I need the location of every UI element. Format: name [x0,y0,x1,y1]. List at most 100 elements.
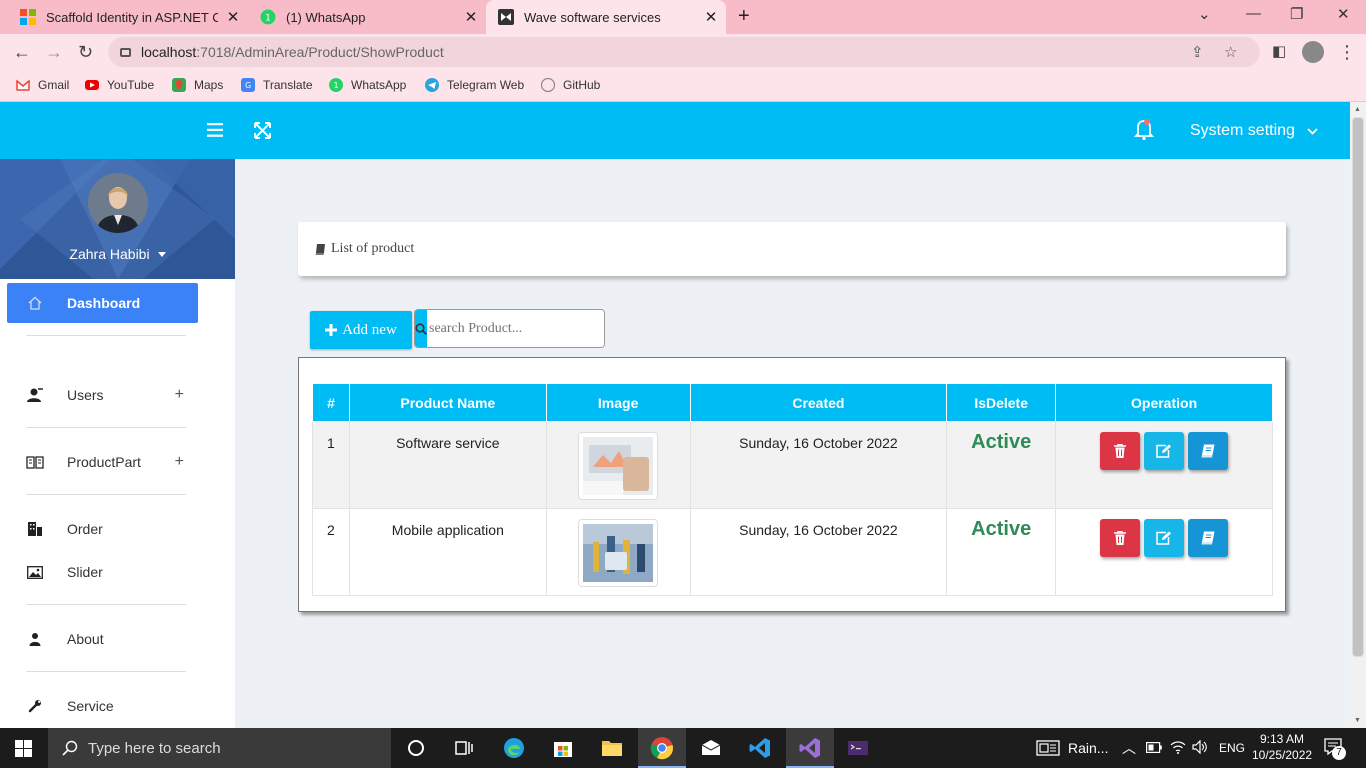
bookmark-maps[interactable]: Maps [172,78,223,92]
avatar[interactable] [88,173,148,233]
windows-taskbar: Type here to search Rain... ︿ ENG 9:13 A… [0,728,1366,768]
bookmark-youtube[interactable]: YouTube [85,78,154,92]
translate-icon: G [241,78,255,92]
main-content: List of product Add new # Product Name I… [235,159,1350,728]
task-view-icon[interactable] [452,736,476,760]
system-setting-menu[interactable]: System setting [1190,122,1318,140]
operation-cell [1055,421,1273,509]
microsoft-store-icon[interactable] [551,736,575,760]
volume-icon[interactable] [1192,740,1208,754]
delete-button[interactable] [1100,432,1141,470]
bookmark-whatsapp[interactable]: 1 WhatsApp [329,78,406,92]
sidebar-item-dashboard[interactable]: Dashboard [7,283,198,323]
bookmark-gmail[interactable]: Gmail [16,78,69,92]
edge-icon[interactable] [502,736,526,760]
divider [26,335,186,336]
column-header: IsDelete [946,383,1057,422]
sidebar-item-service[interactable]: Service [7,686,198,726]
page-scrollbar[interactable]: ▲ ▼ [1350,102,1366,728]
mail-icon[interactable] [699,736,723,760]
restore-button[interactable]: ❐ [1290,5,1303,23]
file-explorer-icon[interactable] [600,736,624,760]
minimize-button[interactable]: — [1246,5,1261,22]
side-panel-icon[interactable]: ◧ [1272,42,1286,60]
browser-tab[interactable]: Scaffold Identity in ASP.NET Core ✕ [0,0,248,34]
svg-text:1: 1 [265,14,271,24]
close-window-button[interactable]: ✕ [1337,5,1350,23]
clock-date: 10/25/2022 [1252,748,1313,762]
expand-plus-icon[interactable]: + [175,453,184,471]
delete-button[interactable] [1100,519,1141,557]
column-header: # [312,383,350,422]
divider [26,604,186,605]
bookmark-telegram[interactable]: Telegram Web [425,78,524,92]
bell-icon[interactable] [1134,117,1154,141]
sidebar-item-slider[interactable]: Slider [7,552,198,592]
forward-icon[interactable]: → [45,42,63,63]
back-icon[interactable]: ← [13,42,31,63]
details-button[interactable] [1188,432,1229,470]
menu-kebab-icon[interactable]: ⋮ [1338,42,1356,63]
close-tab-icon[interactable]: ✕ [696,8,726,26]
show-hidden-icons[interactable]: ︿ [1122,738,1136,758]
user-name: Zahra Habibi [69,246,150,262]
product-table: # Product Name Image Created IsDelete Op… [312,383,1273,596]
hamburger-menu-icon[interactable] [207,123,223,137]
language-indicator[interactable]: ENG [1219,741,1245,755]
product-thumbnail[interactable] [578,519,659,587]
taskbar-visual-studio[interactable] [786,728,834,768]
edit-button[interactable] [1144,519,1185,557]
sidebar-item-users[interactable]: Users + [7,375,198,415]
taskbar-search-box[interactable]: Type here to search [48,728,391,768]
sidebar-item-order[interactable]: Order [7,509,198,549]
browser-tab[interactable]: 1 (1) WhatsApp ✕ [248,0,486,34]
column-header: Image [545,383,691,422]
add-new-button[interactable]: Add new [310,311,412,349]
address-bar[interactable]: localhost:7018/AdminArea/Product/ShowPro… [108,37,1260,67]
weather-icon[interactable] [1036,740,1060,756]
notification-center[interactable]: 7 [1324,738,1346,760]
details-button[interactable] [1188,519,1229,557]
table-header-row: # Product Name Image Created IsDelete Op… [312,383,1273,422]
share-icon[interactable]: ⇪ [1191,43,1204,61]
close-tab-icon[interactable]: ✕ [456,8,486,26]
profile-avatar-icon[interactable] [1302,41,1324,63]
clock[interactable]: 9:13 AM 10/25/2022 [1252,731,1312,763]
search-icon[interactable] [415,310,427,347]
expand-plus-icon[interactable]: + [175,386,184,404]
bookmark-github[interactable]: GitHub [541,78,600,92]
close-tab-icon[interactable]: ✕ [218,8,248,26]
scrollbar-thumb[interactable] [1352,117,1364,657]
taskbar-chrome-active[interactable] [638,728,686,768]
edit-button[interactable] [1144,432,1185,470]
battery-icon[interactable] [1146,742,1162,753]
browser-tab-active[interactable]: Wave software services ✕ [486,0,726,34]
reload-icon[interactable]: ↻ [78,42,93,63]
bookmark-star-icon[interactable]: ☆ [1224,43,1237,61]
lock-icon [120,47,131,57]
taskbar-search-placeholder: Type here to search [88,739,221,757]
product-table-card: # Product Name Image Created IsDelete Op… [298,357,1286,612]
windows-start-icon[interactable] [15,740,32,757]
tab-search-icon[interactable]: ⌄ [1198,5,1211,23]
clock-time: 9:13 AM [1259,732,1305,746]
image-icon [27,565,43,579]
vscode-icon[interactable] [748,736,772,760]
new-tab-button[interactable]: + [738,5,750,28]
search-box [414,309,605,348]
search-input[interactable] [427,310,604,347]
caret-down-icon [157,251,166,257]
fullscreen-icon[interactable] [254,122,271,139]
divider [26,671,186,672]
tab-title: Scaffold Identity in ASP.NET Core [46,9,218,25]
book-icon [315,243,325,255]
wifi-icon[interactable] [1170,740,1186,754]
product-thumbnail[interactable] [578,432,659,500]
sidebar-item-productpart[interactable]: ProductPart + [7,442,198,482]
gmail-icon [16,79,30,91]
bookmark-translate[interactable]: G Translate [241,78,313,92]
sidebar-item-about[interactable]: About [7,619,198,659]
user-menu[interactable]: Zahra Habibi [0,246,235,262]
cortana-icon[interactable] [404,736,428,760]
terminal-icon[interactable] [846,736,870,760]
